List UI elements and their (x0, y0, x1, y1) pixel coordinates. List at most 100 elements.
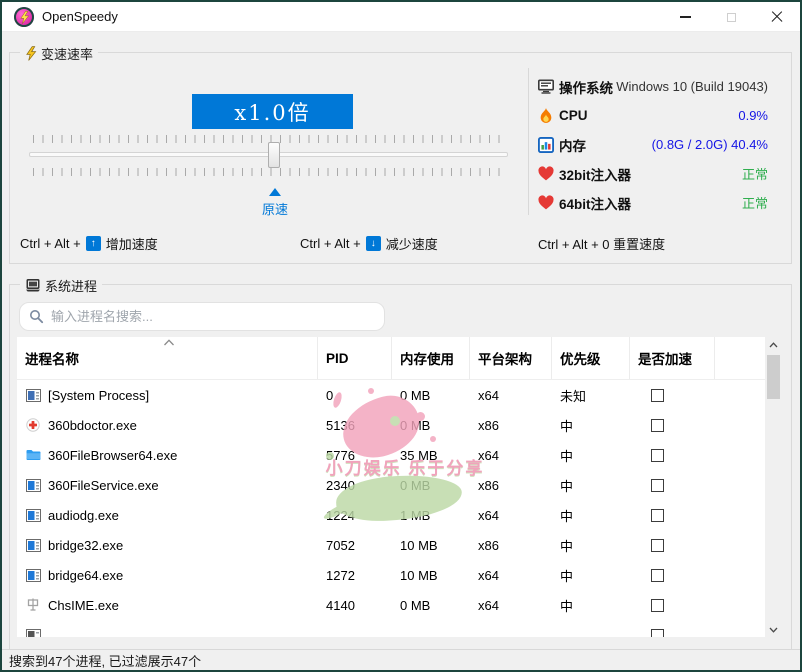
process-name: audiodg.exe (48, 508, 119, 523)
app-window: OpenSpeedy 变速速率 x1.0倍 原速 Ctrl + Alt + ↑ … (0, 0, 802, 672)
accelerate-checkbox[interactable] (651, 509, 664, 522)
process-pid: 2340 (318, 470, 392, 500)
accelerate-checkbox[interactable] (651, 569, 664, 582)
scrollbar-down-button[interactable] (765, 622, 782, 637)
speed-multiplier-display: x1.0倍 (192, 94, 353, 129)
maximize-button (708, 2, 754, 32)
table-row[interactable]: 360bdoctor.exe 5136 0 MB x86 中 (17, 410, 765, 440)
accelerate-checkbox[interactable] (651, 599, 664, 612)
info-row-os: 操作系统 Windows 10 (Build 19043) (538, 72, 768, 101)
memory-value: (0.8G / 2.0G) 40.4% (652, 137, 768, 152)
minimize-icon (680, 16, 691, 18)
info-row-injector64: 64bit注入器 正常 (538, 188, 768, 217)
close-icon (771, 11, 783, 23)
shortcut-increase-speed: Ctrl + Alt + ↑ 增加速度 (20, 235, 158, 252)
injector32-status: 正常 (742, 164, 768, 183)
process-memory: 10 MB (392, 530, 470, 560)
process-pid: 0 (318, 380, 392, 410)
table-row[interactable]: 360FileService.exe 2340 0 MB x86 中 (17, 470, 765, 500)
process-memory (392, 620, 470, 637)
window-icon (25, 477, 41, 493)
lightning-bolt-icon (19, 11, 30, 24)
app-logo-icon (14, 7, 34, 27)
process-pid: 1224 (318, 500, 392, 530)
process-arch (470, 620, 552, 637)
process-name: 360bdoctor.exe (48, 418, 137, 433)
lightning-bolt-icon (25, 46, 37, 61)
arrow-down-key-icon: ↓ (366, 236, 381, 251)
minimize-button[interactable] (662, 2, 708, 32)
process-name: bridge32.exe (48, 538, 123, 553)
medical-cross-icon (25, 417, 41, 433)
process-arch: x64 (470, 380, 552, 410)
info-row-memory: 内存 (0.8G / 2.0G) 40.4% (538, 130, 768, 159)
monitor-icon (538, 79, 554, 95)
table-row[interactable]: ChsIME.exe 4140 0 MB x64 中 (17, 590, 765, 620)
accelerate-checkbox[interactable] (651, 479, 664, 492)
process-arch: x86 (470, 530, 552, 560)
table-body: [System Process] 0 0 MB x64 未知 360bdocto… (17, 380, 765, 637)
process-priority: 中 (552, 500, 630, 530)
process-pid: 4140 (318, 590, 392, 620)
table-row[interactable]: bridge32.exe 7052 10 MB x86 中 (17, 530, 765, 560)
process-priority: 中 (552, 410, 630, 440)
origin-speed-label: 原速 (245, 199, 305, 218)
title-bar: OpenSpeedy (2, 2, 800, 32)
window-icon (25, 537, 41, 553)
column-header-accelerate[interactable]: 是否加速 (630, 337, 715, 379)
cpu-value: 0.9% (738, 108, 768, 123)
process-group-label: 系统进程 (20, 275, 102, 295)
info-panel-divider (528, 68, 529, 215)
process-name: [System Process] (48, 388, 149, 403)
window-icon (25, 507, 41, 523)
process-group-title: 系统进程 (45, 276, 97, 295)
process-name: 360FileService.exe (48, 478, 159, 493)
maximize-icon (727, 13, 736, 22)
table-row[interactable] (17, 620, 765, 637)
speed-group-title: 变速速率 (41, 44, 93, 63)
search-input[interactable] (49, 308, 375, 325)
window-icon (25, 387, 41, 403)
table-row[interactable]: bridge64.exe 1272 10 MB x64 中 (17, 560, 765, 590)
accelerate-checkbox[interactable] (651, 389, 664, 402)
process-pid: 7052 (318, 530, 392, 560)
chevron-up-icon (769, 342, 778, 348)
speed-slider-handle[interactable] (268, 142, 280, 168)
process-memory: 35 MB (392, 440, 470, 470)
table-scrollbar[interactable] (765, 337, 782, 637)
scrollbar-up-button[interactable] (765, 337, 782, 352)
ime-icon (25, 597, 41, 613)
status-text: 搜索到47个进程, 已过滤展示47个 (9, 651, 201, 670)
arrow-up-key-icon: ↑ (86, 236, 101, 251)
process-pid (318, 620, 392, 637)
column-header-filler (715, 337, 765, 379)
injector64-status: 正常 (742, 193, 768, 212)
accelerate-checkbox[interactable] (651, 449, 664, 462)
heart-icon (538, 195, 554, 211)
slider-ticks-bottom (33, 168, 507, 176)
process-pid: 5776 (318, 440, 392, 470)
column-header-arch[interactable]: 平台架构 (470, 337, 552, 379)
column-header-priority[interactable]: 优先级 (552, 337, 630, 379)
status-bar: 搜索到47个进程, 已过滤展示47个 (2, 649, 800, 670)
shortcut-label: 减少速度 (386, 234, 438, 253)
shortcut-label: Ctrl + Alt + 0 重置速度 (538, 234, 665, 253)
process-name: bridge64.exe (48, 568, 123, 583)
memory-label: 内存 (559, 135, 586, 155)
column-header-pid[interactable]: PID (318, 337, 392, 379)
process-memory: 10 MB (392, 560, 470, 590)
accelerate-checkbox[interactable] (651, 629, 664, 638)
accelerate-checkbox[interactable] (651, 539, 664, 552)
shortcut-label: 增加速度 (106, 234, 158, 253)
os-label: 操作系统 (559, 77, 613, 97)
heart-icon (538, 166, 554, 182)
table-row[interactable]: audiodg.exe 1224 1 MB x64 中 (17, 500, 765, 530)
table-row[interactable]: 360FileBrowser64.exe 5776 35 MB x64 中 (17, 440, 765, 470)
accelerate-checkbox[interactable] (651, 419, 664, 432)
scrollbar-thumb[interactable] (767, 355, 780, 399)
process-priority: 中 (552, 440, 630, 470)
close-button[interactable] (754, 2, 800, 32)
table-row[interactable]: [System Process] 0 0 MB x64 未知 (17, 380, 765, 410)
injector64-label: 64bit注入器 (559, 193, 631, 213)
column-header-memory[interactable]: 内存使用 (392, 337, 470, 379)
